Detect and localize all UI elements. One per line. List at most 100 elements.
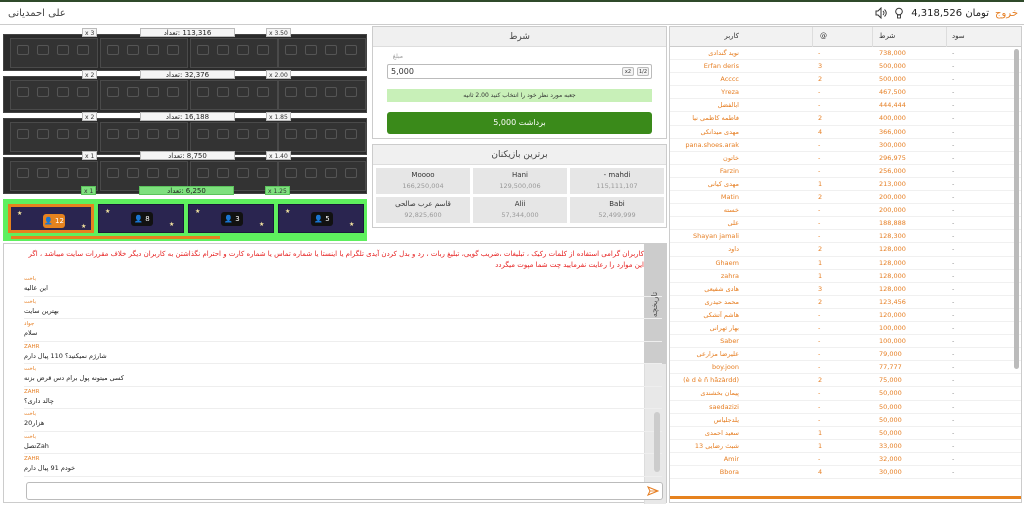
row-bet: 50,000 — [879, 402, 902, 411]
top-player-amount: 166,250,004 — [402, 182, 444, 190]
stage-row: x 2 32,376 :تعداد x 2.00 — [3, 70, 367, 113]
table-scrollbar[interactable] — [1014, 49, 1019, 369]
speaker-icon[interactable] — [875, 6, 887, 20]
row-at: 1 — [818, 441, 823, 450]
row-user: بهار ثهرانی — [709, 323, 739, 332]
top-player-amount: 129,500,006 — [499, 182, 541, 190]
header-profit: سود — [952, 32, 965, 40]
row-bet: 100,000 — [879, 323, 906, 332]
door-player-count: 👤 8 — [131, 212, 153, 226]
row-at: - — [818, 232, 821, 241]
row-user: Erfan deris — [703, 62, 739, 71]
row-user: محمد حیدری — [704, 297, 739, 306]
table-row: هادی شفیعی 3 128,000 - — [670, 283, 1021, 296]
row-at: 4 — [818, 127, 823, 136]
row-profit: - — [952, 468, 955, 476]
row-user: علیرضا مزارعی — [696, 350, 739, 359]
row-bet: 50,000 — [879, 415, 902, 424]
amount-input[interactable]: 5,000 — [387, 64, 652, 79]
stage-count: x 1 — [81, 186, 97, 195]
table-row: Farzin - 256,000 - — [670, 165, 1021, 178]
stage-count: x 1 — [82, 151, 98, 160]
row-profit: - — [952, 179, 955, 188]
row-profit: - — [952, 441, 955, 450]
header-at: @ — [820, 32, 827, 40]
row-bet: 79,000 — [879, 350, 902, 359]
row-at: - — [818, 219, 821, 228]
chat-message: باخت کسی میتونه پول برام دس قرض بزنه — [24, 364, 662, 387]
row-at: - — [818, 166, 821, 175]
chat-rules-warning: کاربران گرامی استفاده از کلمات رکیک ، تب… — [28, 250, 644, 269]
double-button[interactable]: x2 — [622, 67, 634, 76]
table-horizontal-scrollbar[interactable] — [670, 496, 1021, 499]
stage-row: x 3 113,316 :تعداد x 3.50 — [3, 28, 367, 71]
half-button[interactable]: 1/2 — [637, 67, 649, 76]
status-note: جعبه مورد نظر خود را انتخاب کنید 2.00 ثا… — [387, 89, 652, 102]
balance: 4,318,526 تومان — [911, 7, 990, 19]
row-at: 2 — [818, 75, 823, 84]
table-row: خسته - 200,000 - — [670, 204, 1021, 218]
chat-username: ZAHR — [24, 456, 40, 462]
row-user: داود — [728, 245, 739, 254]
chat-input[interactable] — [26, 482, 663, 500]
door-2[interactable]: ★ ★ 👤 8 — [98, 204, 184, 233]
logout-link[interactable]: خروج — [995, 8, 1018, 19]
row-profit: - — [952, 153, 955, 162]
top-player-amount: 115,111,107 — [596, 182, 638, 190]
top-player-card: Babi 52,499,999 — [570, 197, 664, 223]
row-bet: 32,000 — [879, 454, 902, 463]
table-row: علیرضا مزارعی - 79,000 - — [670, 348, 1021, 362]
table-row: داود 2 128,000 - — [670, 243, 1021, 257]
row-user: Acccc — [720, 75, 739, 84]
top-bar: علی احمدیانی 4,318,526 تومان خروج — [0, 0, 1024, 25]
row-at: 4 — [818, 468, 823, 476]
chat-username: جواد — [24, 321, 35, 327]
row-profit: - — [952, 415, 955, 424]
row-profit: - — [952, 88, 955, 97]
door-row: ★ ★ 👤 12 ★ ★ 👤 8 ★ ★ 👤 3 ★ ★ 👤 5 — [3, 199, 367, 241]
row-user: فاطمه کاظمی نیا — [692, 114, 739, 123]
table-row: Bbora 4 30,000 - — [670, 466, 1021, 480]
door-3[interactable]: ★ ★ 👤 3 — [188, 204, 274, 233]
row-user: یلدجلیاس — [713, 415, 739, 424]
table-row: علی - 188,888 - — [670, 217, 1021, 231]
table-row: ابالفضل - 444,444 - — [670, 99, 1021, 113]
row-bet: 467,500 — [879, 88, 906, 97]
chat-text: سلام — [24, 329, 38, 337]
row-bet: 400,000 — [879, 114, 906, 123]
lightbulb-icon[interactable] — [893, 7, 905, 19]
row-bet: 128,300 — [879, 232, 906, 241]
table-row: boy.joon - 77,777 - — [670, 361, 1021, 375]
chat-text: چالد داری؟ — [24, 396, 54, 405]
row-user: خاتون — [723, 153, 739, 162]
chat-scrollbar[interactable] — [654, 412, 660, 472]
withdraw-button[interactable]: برداشت 5,000 — [387, 112, 652, 134]
top-players-panel: برترین بازیکنان mahdi - 115,111,107 Hani 12… — [372, 144, 667, 228]
door-player-count: 👤 5 — [311, 212, 333, 226]
row-user: Shayan jamali — [693, 232, 739, 241]
row-user: خسته — [723, 206, 739, 215]
table-row: Matin 2 200,000 - — [670, 191, 1021, 205]
row-at: - — [818, 153, 821, 162]
stage-multiplier: x 1.25 — [265, 186, 290, 195]
table-row: Acccc 2 500,000 - — [670, 73, 1021, 87]
row-at: - — [818, 415, 821, 424]
row-user: zahra — [720, 271, 739, 280]
row-bet: 256,000 — [879, 166, 906, 175]
top-player-name: Babi — [609, 200, 625, 208]
row-profit: - — [952, 114, 955, 123]
door-player-count: 👤 3 — [221, 212, 243, 226]
send-icon[interactable] — [646, 486, 660, 498]
top-player-name: Alii — [514, 200, 526, 208]
door-1[interactable]: ★ ★ 👤 12 — [8, 204, 94, 233]
row-profit: - — [952, 219, 955, 228]
row-user: ابالفضل — [717, 101, 739, 110]
top-player-card: Hani 129,500,006 — [473, 168, 567, 194]
row-bet: 30,000 — [879, 468, 902, 476]
door-4[interactable]: ★ ★ 👤 5 — [278, 204, 364, 233]
row-at: - — [818, 88, 821, 97]
table-row: Saber - 100,000 - — [670, 335, 1021, 349]
row-bet: 213,000 — [879, 179, 906, 188]
username: علی احمدیانی — [8, 8, 66, 19]
row-bet: 366,000 — [879, 127, 906, 136]
